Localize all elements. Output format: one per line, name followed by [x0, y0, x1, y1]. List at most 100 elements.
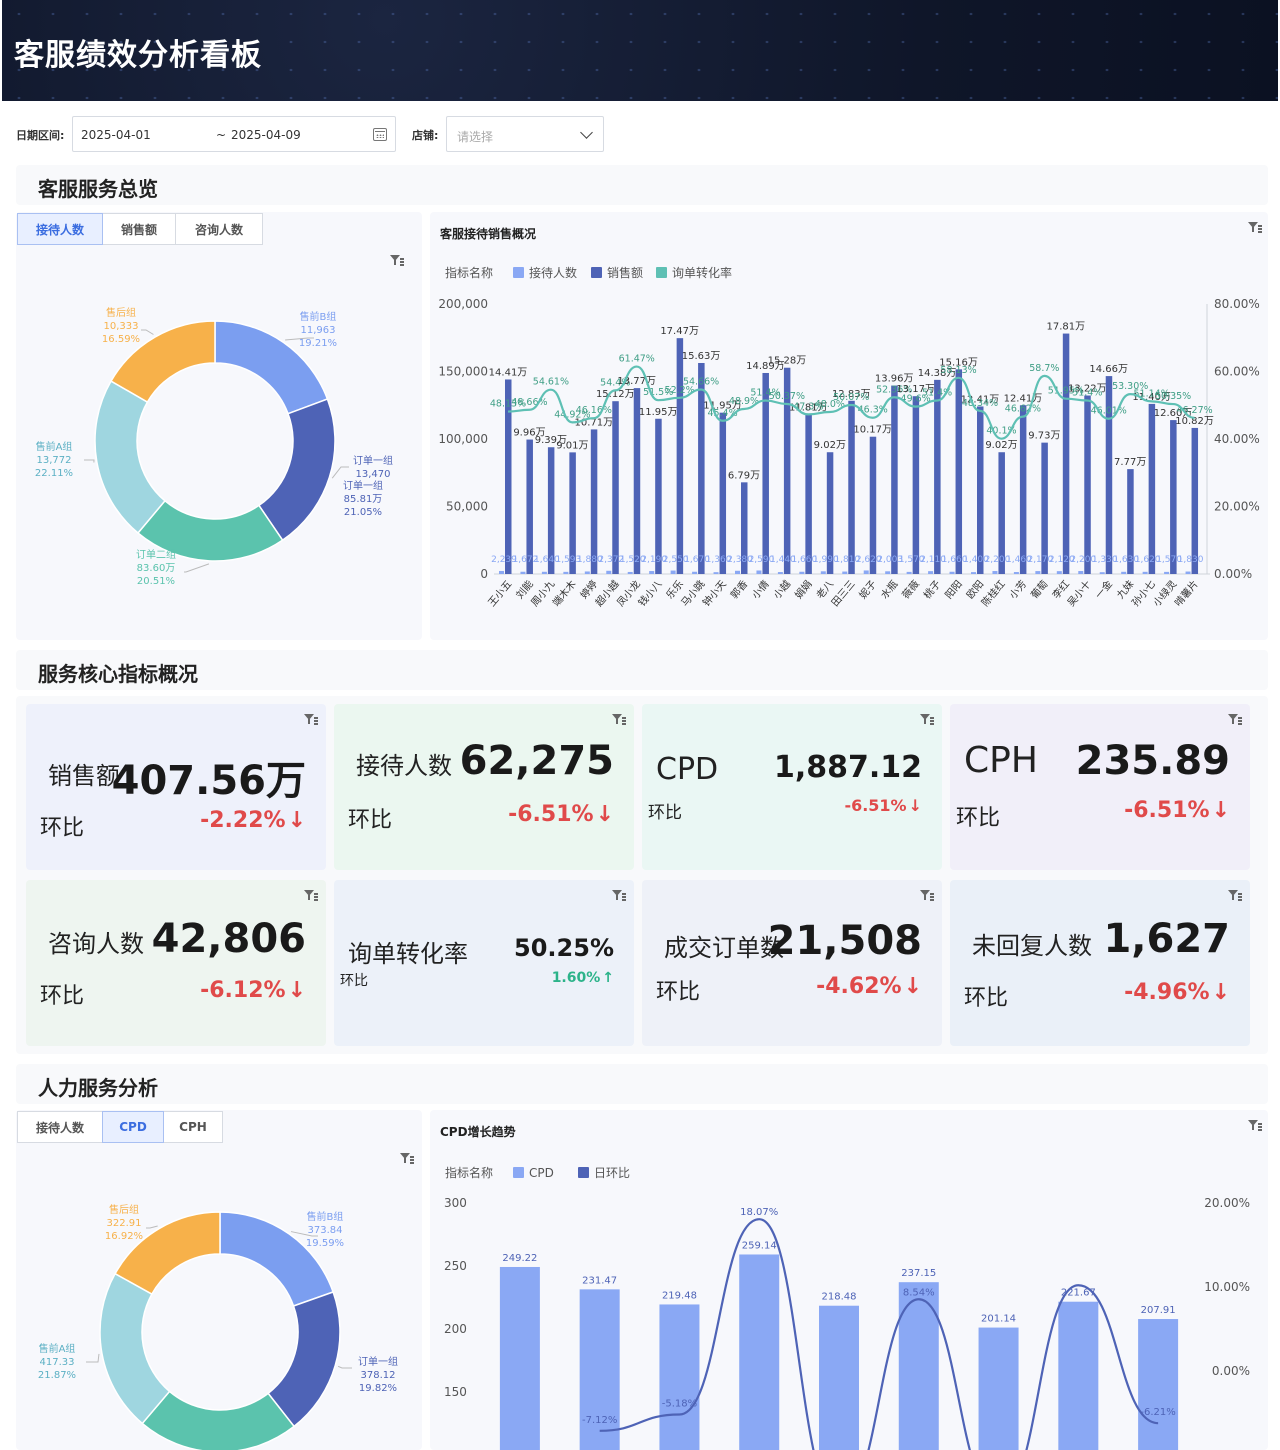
bar-reception	[1078, 571, 1084, 574]
section-title-text: 人力服务分析	[38, 1076, 158, 1100]
filter-icon[interactable]	[1228, 714, 1242, 726]
legend-title: 指标名称	[445, 265, 493, 280]
donut-label: 20.51%	[137, 576, 175, 587]
bar-reception	[1121, 571, 1127, 574]
bar-sales	[1019, 405, 1027, 574]
bar-label-cpd: 231.47	[582, 1275, 617, 1286]
bar-reception	[1142, 571, 1148, 574]
bar-label-cpd: 201.14	[981, 1314, 1016, 1325]
line-label-rate: 48.34%	[962, 398, 998, 409]
y-tick-label: 250	[444, 1259, 467, 1273]
section-title-overview: 客服服务总览	[16, 165, 1268, 205]
bar-label-cpd: 218.48	[822, 1292, 857, 1303]
kpi-change: -6.51%↓	[844, 796, 922, 815]
arrow-down-icon: ↓	[1211, 980, 1230, 1005]
filter-icon[interactable]	[920, 890, 934, 902]
kpi-change: -6.12%↓	[200, 978, 306, 1003]
bar-reception	[649, 571, 655, 574]
kpi-change: -4.96%↓	[1124, 980, 1230, 1005]
bar-reception	[777, 572, 783, 574]
date-start-value[interactable]: 2025-04-01	[81, 128, 151, 142]
line-label-rate: 50.37%	[769, 391, 805, 402]
donut-label: 322.91	[107, 1218, 142, 1229]
legend-swatch	[513, 267, 524, 278]
combo-chart: 指标名称 接待人数 销售额 询单转化率 0 50,000 100,000 150,000 200…	[438, 265, 1259, 609]
kpi-change: -6.51%↓	[1124, 798, 1230, 823]
filter-icon[interactable]	[304, 890, 318, 902]
overview-donut-chart: 售前B组11,96319.21%订单一组13,470订单二组83.60万20.5…	[35, 306, 393, 587]
kpi-change-value: -6.51%	[1124, 798, 1210, 823]
donut-label: 10,333	[104, 321, 139, 332]
kpi-card: 接待人数 62,275 环比 -6.51%↓	[334, 704, 634, 870]
bar-cpd	[819, 1305, 859, 1450]
calendar-icon[interactable]	[373, 128, 387, 141]
bar-label-sales: 15.63万	[682, 351, 721, 362]
kpi-name: 询单转化率	[348, 940, 468, 968]
bar-reception	[842, 571, 848, 574]
x-tick-label: 小芳	[1006, 578, 1029, 602]
x-tick-label: 郭香	[727, 578, 750, 602]
kpi-card: 询单转化率 50.25% 环比 1.60% ↑	[334, 880, 634, 1046]
bar-reception	[799, 571, 805, 574]
kpi-change: -6.51%↓	[508, 802, 614, 827]
bar-label-cpd: 249.22	[502, 1253, 537, 1264]
bar-reception	[606, 570, 612, 574]
bar-reception	[756, 570, 762, 574]
bar-label-cpd: 207.91	[1141, 1305, 1176, 1316]
line-label-rate: 46.62%	[1005, 404, 1041, 415]
kpi-value: 235.89	[1075, 738, 1230, 784]
kpi-change-value: -4.62%	[816, 974, 902, 999]
bar-reception	[499, 570, 504, 574]
shop-select-placeholder: 请选择	[457, 130, 494, 144]
kpi-value: 42,806	[151, 916, 306, 962]
tab-reception[interactable]: 接待人数	[17, 213, 103, 245]
kpi-change-value: -2.22%	[200, 808, 286, 833]
bar-sales	[934, 379, 941, 574]
kpi-name: 接待人数	[356, 752, 452, 780]
bar-reception	[992, 571, 998, 574]
donut-slice	[141, 1390, 296, 1450]
date-end-value[interactable]: 2025-04-09	[231, 128, 301, 142]
legend-label: CPD	[529, 1166, 554, 1180]
date-range-picker[interactable]: 2025-04-01 ~ 2025-04-09	[72, 116, 396, 152]
bar-cpd	[499, 1266, 540, 1450]
y2-tick-label: 0.00%	[1214, 567, 1252, 581]
bar-reception	[906, 571, 912, 574]
donut-leader-line	[84, 459, 95, 463]
donut-label: 11,963	[301, 325, 336, 336]
filter-icon[interactable]	[612, 714, 626, 726]
filter-icon[interactable]	[304, 714, 318, 726]
kpi-compare-label: 环比	[656, 980, 701, 1005]
bar-reception	[1099, 572, 1105, 574]
manpower-donut-panel: 接待人数 CPD CPH 售前B组 373.84 19.59% 订单一组 378.12 1…	[16, 1110, 422, 1450]
filter-icon[interactable]	[612, 890, 626, 902]
tab-cpd[interactable]: CPD	[102, 1111, 164, 1143]
bar-sales	[869, 436, 877, 574]
filter-icon[interactable]	[920, 714, 934, 726]
kpi-value: 62,275	[459, 738, 614, 784]
kpi-change-value: -6.51%	[844, 796, 907, 815]
y2-tick-label: 20.00%	[1204, 1196, 1250, 1210]
donut-leader-line	[331, 466, 349, 479]
donut-label: 16.59%	[102, 334, 140, 345]
bar-label-sales: 15.28万	[768, 356, 807, 367]
bar-reception	[584, 571, 590, 574]
legend-swatch	[578, 1167, 589, 1178]
donut-label: 16.92%	[105, 1231, 143, 1242]
arrow-down-icon: ↓	[287, 978, 306, 1003]
bar-sales	[612, 401, 619, 574]
bar-sales	[1191, 427, 1199, 574]
filter-icon[interactable]	[1228, 890, 1242, 902]
kpi-compare-label: 环比	[956, 806, 1001, 831]
shop-select[interactable]: 请选择	[446, 116, 604, 152]
bar-reception	[627, 571, 633, 574]
donut-label: 售前B组	[300, 310, 337, 323]
bar-label-sales: 14.66万	[1089, 364, 1128, 375]
kpi-card: 未回复人数 1,627 环比 -4.96%↓	[950, 880, 1250, 1046]
bar-label-cpd: 237.15	[901, 1268, 936, 1279]
chevron-down-icon[interactable]	[580, 126, 593, 139]
bar-label-sales: 6.79万	[728, 470, 760, 481]
x-tick-label: 田三三	[830, 579, 858, 609]
line-label-rate: 46.16%	[576, 405, 612, 416]
donut-label: 售前B组	[307, 1210, 344, 1223]
